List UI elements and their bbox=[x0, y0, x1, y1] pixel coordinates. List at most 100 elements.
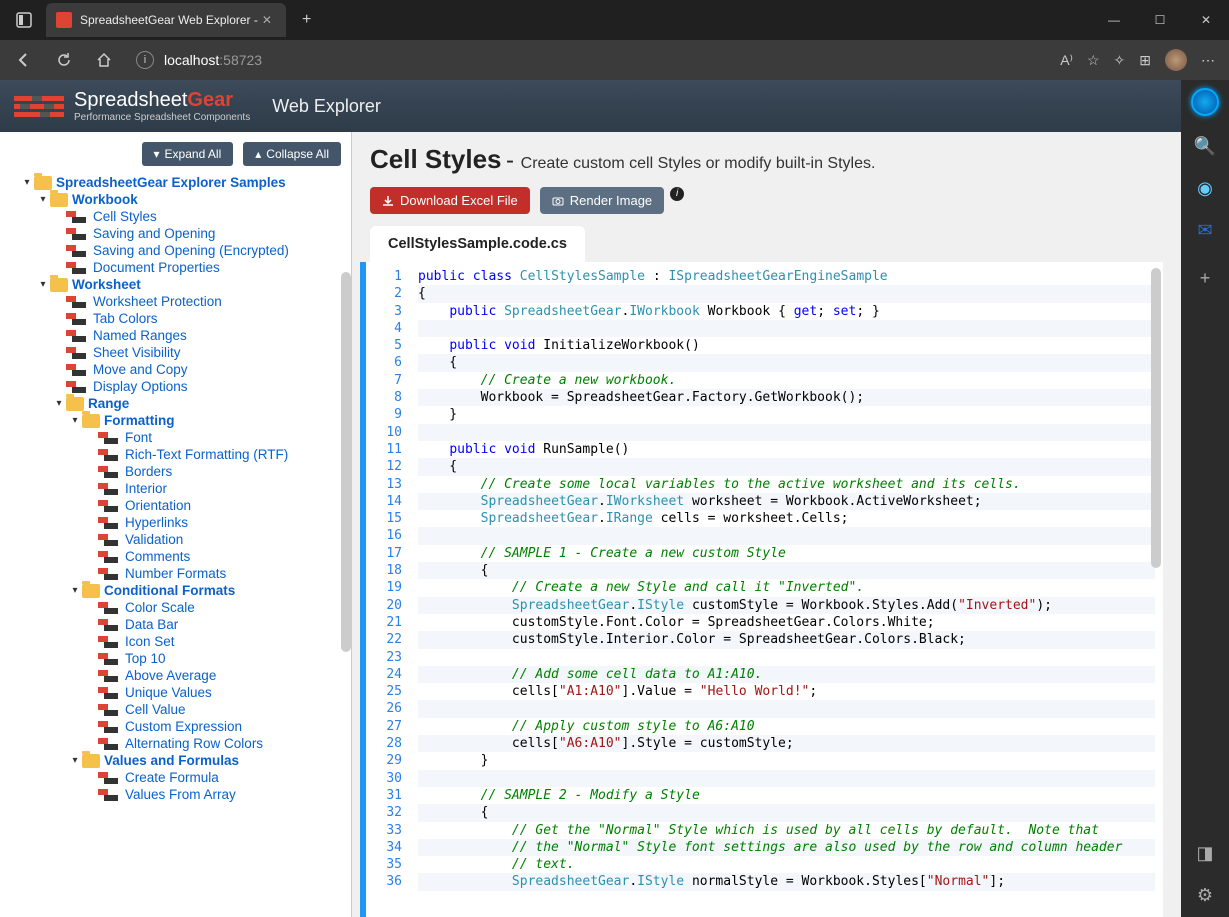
site-info-icon[interactable]: i bbox=[136, 51, 154, 69]
tree-item[interactable]: Rich-Text Formatting (RTF) bbox=[6, 446, 351, 463]
info-icon[interactable]: i bbox=[670, 187, 684, 201]
outlook-icon[interactable]: ✉ bbox=[1193, 218, 1217, 242]
read-aloud-icon[interactable]: A⁾ bbox=[1060, 52, 1073, 69]
document-icon bbox=[98, 551, 120, 563]
tree-item[interactable]: Values From Array bbox=[6, 786, 351, 803]
document-icon bbox=[66, 245, 88, 257]
tree-item[interactable]: Above Average bbox=[6, 667, 351, 684]
tree-item[interactable]: Tab Colors bbox=[6, 310, 351, 327]
tree-item[interactable]: Comments bbox=[6, 548, 351, 565]
tree-item[interactable]: Worksheet Protection bbox=[6, 293, 351, 310]
tree-formatting[interactable]: ▾Formatting bbox=[6, 412, 351, 429]
collapse-all-button[interactable]: ▴Collapse All bbox=[243, 142, 341, 166]
document-icon bbox=[98, 517, 120, 529]
document-icon bbox=[98, 500, 120, 512]
document-icon bbox=[98, 721, 120, 733]
collections-icon[interactable]: ⊞ bbox=[1139, 52, 1151, 69]
brand-logo-icon bbox=[14, 92, 64, 120]
document-icon bbox=[98, 432, 120, 444]
close-window-button[interactable]: ✕ bbox=[1183, 0, 1229, 40]
tree-item[interactable]: Cell Styles bbox=[6, 208, 351, 225]
tree-item[interactable]: Saving and Opening (Encrypted) bbox=[6, 242, 351, 259]
tree-item[interactable]: Alternating Row Colors bbox=[6, 735, 351, 752]
tree-root[interactable]: ▾SpreadsheetGear Explorer Samples bbox=[6, 174, 351, 191]
tree-item[interactable]: Validation bbox=[6, 531, 351, 548]
tree-label: SpreadsheetGear Explorer Samples bbox=[56, 175, 286, 190]
copilot-icon[interactable]: ◉ bbox=[1193, 176, 1217, 200]
minimize-button[interactable]: — bbox=[1091, 0, 1137, 40]
tree-item[interactable]: Orientation bbox=[6, 497, 351, 514]
tree-label: Conditional Formats bbox=[104, 583, 235, 598]
expand-all-button[interactable]: ▾Expand All bbox=[142, 142, 234, 166]
refresh-button[interactable] bbox=[48, 44, 80, 76]
camera-icon bbox=[552, 195, 564, 207]
tab-overview-icon[interactable] bbox=[8, 4, 40, 36]
code-tab[interactable]: CellStylesSample.code.cs bbox=[370, 226, 585, 262]
tree-label: Orientation bbox=[125, 498, 191, 513]
close-tab-icon[interactable]: ✕ bbox=[258, 13, 276, 27]
tree-item[interactable]: Custom Expression bbox=[6, 718, 351, 735]
tree-item[interactable]: Color Scale bbox=[6, 599, 351, 616]
new-tab-button[interactable]: + bbox=[294, 7, 319, 33]
tree-item[interactable]: Borders bbox=[6, 463, 351, 480]
menu-icon[interactable]: ⋯ bbox=[1201, 52, 1215, 69]
tree-item[interactable]: Sheet Visibility bbox=[6, 344, 351, 361]
document-icon bbox=[66, 296, 88, 308]
tree-item[interactable]: Font bbox=[6, 429, 351, 446]
tree-values[interactable]: ▾Values and Formulas bbox=[6, 752, 351, 769]
maximize-button[interactable]: ☐ bbox=[1137, 0, 1183, 40]
tree-item[interactable]: Unique Values bbox=[6, 684, 351, 701]
folder-icon bbox=[82, 754, 100, 768]
search-icon[interactable]: 🔍 bbox=[1193, 134, 1217, 158]
download-icon bbox=[382, 195, 394, 207]
favorites-bar-icon[interactable]: ✧ bbox=[1114, 52, 1126, 69]
tree-label: Number Formats bbox=[125, 566, 226, 581]
chevron-down-icon: ▾ bbox=[154, 147, 160, 161]
profile-avatar[interactable] bbox=[1165, 49, 1187, 71]
code-editor[interactable]: 1234567891011121314151617181920212223242… bbox=[360, 262, 1163, 917]
tree-item[interactable]: Icon Set bbox=[6, 633, 351, 650]
tree-workbook[interactable]: ▾Workbook bbox=[6, 191, 351, 208]
document-icon bbox=[98, 636, 120, 648]
document-icon bbox=[98, 602, 120, 614]
tree-label: Unique Values bbox=[125, 685, 212, 700]
edge-sidebar: 🔍 ◉ ✉ + ◨ ⚙ bbox=[1181, 80, 1229, 917]
tree-item[interactable]: Interior bbox=[6, 480, 351, 497]
tree-item[interactable]: Saving and Opening bbox=[6, 225, 351, 242]
render-image-button[interactable]: Render Image bbox=[540, 187, 664, 214]
home-button[interactable] bbox=[88, 44, 120, 76]
sidebar-toggle-icon[interactable]: ◨ bbox=[1193, 841, 1217, 865]
tree-label: Comments bbox=[125, 549, 190, 564]
tree-item[interactable]: Document Properties bbox=[6, 259, 351, 276]
folder-icon bbox=[82, 414, 100, 428]
document-icon bbox=[98, 738, 120, 750]
tree-item[interactable]: Cell Value bbox=[6, 701, 351, 718]
tree-item[interactable]: Hyperlinks bbox=[6, 514, 351, 531]
tree-item[interactable]: Move and Copy bbox=[6, 361, 351, 378]
document-icon bbox=[98, 653, 120, 665]
tree-conditional[interactable]: ▾Conditional Formats bbox=[6, 582, 351, 599]
add-sidebar-icon[interactable]: + bbox=[1193, 266, 1217, 290]
tree-item[interactable]: Display Options bbox=[6, 378, 351, 395]
settings-icon[interactable]: ⚙ bbox=[1193, 883, 1217, 907]
favorite-icon[interactable]: ☆ bbox=[1087, 52, 1100, 69]
tree-label: Cell Value bbox=[125, 702, 186, 717]
document-icon bbox=[66, 347, 88, 359]
tree-item[interactable]: Named Ranges bbox=[6, 327, 351, 344]
back-button[interactable] bbox=[8, 44, 40, 76]
tree-item[interactable]: Create Formula bbox=[6, 769, 351, 786]
tree-item[interactable]: Top 10 bbox=[6, 650, 351, 667]
tree-worksheet[interactable]: ▾Worksheet bbox=[6, 276, 351, 293]
tree-label: Data Bar bbox=[125, 617, 178, 632]
tree-item[interactable]: Number Formats bbox=[6, 565, 351, 582]
tree-item[interactable]: Data Bar bbox=[6, 616, 351, 633]
bing-chat-icon[interactable] bbox=[1191, 88, 1219, 116]
document-icon bbox=[98, 534, 120, 546]
document-icon bbox=[98, 789, 120, 801]
download-excel-button[interactable]: Download Excel File bbox=[370, 187, 530, 214]
tree-range[interactable]: ▾Range bbox=[6, 395, 351, 412]
tree-label: Cell Styles bbox=[93, 209, 157, 224]
tree-label: Saving and Opening bbox=[93, 226, 215, 241]
browser-tab[interactable]: SpreadsheetGear Web Explorer - ✕ bbox=[46, 3, 286, 37]
address-bar[interactable]: i localhost:58723 bbox=[128, 44, 1052, 76]
